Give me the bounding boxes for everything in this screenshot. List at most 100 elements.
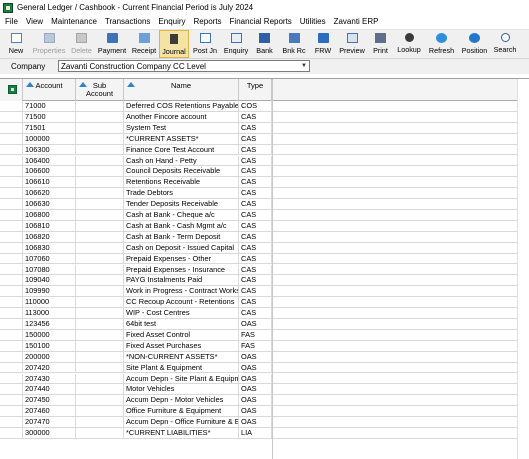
sub-account-cell[interactable] xyxy=(76,177,124,189)
name-cell[interactable]: Work in Progress - Contract Works xyxy=(124,286,239,298)
refresh-button[interactable]: Refresh xyxy=(425,30,458,58)
name-cell[interactable]: Site Plant & Equipment xyxy=(124,362,239,374)
sub-account-cell[interactable] xyxy=(76,122,124,134)
sub-account-cell[interactable] xyxy=(76,351,124,363)
account-cell[interactable]: 150000 xyxy=(23,329,76,341)
sub-account-cell[interactable] xyxy=(76,395,124,407)
account-cell[interactable]: 113000 xyxy=(23,308,76,319)
table-row[interactable]: 109990 Work in Progress - Contract Works C… xyxy=(0,286,529,298)
name-cell[interactable]: Accum Depn - Motor Vehicles xyxy=(124,395,239,407)
account-cell[interactable]: 100000 xyxy=(23,133,76,145)
account-cell[interactable]: 109990 xyxy=(23,286,76,298)
search-button[interactable]: Search xyxy=(491,30,519,58)
sub-account-cell[interactable] xyxy=(76,264,124,276)
name-cell[interactable]: Deferred COS Retentions Payable xyxy=(124,101,239,112)
account-cell[interactable]: 106830 xyxy=(23,242,76,254)
account-cell[interactable]: 207420 xyxy=(23,362,76,374)
type-cell[interactable]: FAS xyxy=(239,340,272,352)
column-header-sub-account[interactable]: Sub Account xyxy=(76,79,124,101)
sub-account-cell[interactable] xyxy=(76,199,124,210)
account-cell[interactable]: 106800 xyxy=(23,210,76,221)
account-cell[interactable]: 207450 xyxy=(23,395,76,407)
sub-account-cell[interactable] xyxy=(76,101,124,112)
type-cell[interactable]: CAS xyxy=(239,122,272,134)
table-row[interactable]: 207420 Site Plant & Equipment OAS xyxy=(0,362,529,374)
type-cell[interactable]: COS xyxy=(239,101,272,112)
preview-button[interactable]: Preview xyxy=(336,30,368,58)
account-cell[interactable]: 71000 xyxy=(23,101,76,112)
properties-button[interactable]: Properties xyxy=(30,30,68,58)
sub-account-cell[interactable] xyxy=(76,231,124,243)
type-cell[interactable]: CAS xyxy=(239,155,272,167)
type-cell[interactable]: CAS xyxy=(239,133,272,145)
menu-item-financial-reports[interactable]: Financial Reports xyxy=(226,15,296,29)
column-header-account[interactable]: Account xyxy=(23,79,76,101)
type-cell[interactable]: CAS xyxy=(239,144,272,156)
name-cell[interactable]: WIP - Cost Centres xyxy=(124,308,239,319)
journal-button[interactable]: Journal xyxy=(159,30,189,58)
account-cell[interactable]: 106820 xyxy=(23,231,76,243)
account-cell[interactable]: 106630 xyxy=(23,199,76,210)
menu-item-view[interactable]: View xyxy=(22,15,47,29)
account-cell[interactable]: 300000 xyxy=(23,428,76,439)
menu-item-transactions[interactable]: Transactions xyxy=(101,15,155,29)
type-cell[interactable]: CAS xyxy=(239,253,272,265)
type-cell[interactable]: OAS xyxy=(239,395,272,407)
type-cell[interactable]: OAS xyxy=(239,406,272,418)
table-row[interactable]: 207440 Motor Vehicles OAS xyxy=(0,384,529,396)
column-header-name[interactable]: Name xyxy=(124,79,239,101)
type-cell[interactable]: CAS xyxy=(239,111,272,123)
post-jn-button[interactable]: Post Jn xyxy=(189,30,221,58)
table-row[interactable]: 106810 Cash at Bank - Cash Mgmt a/c CAS xyxy=(0,220,529,232)
table-row[interactable]: 110000 CC Recoup Account - Retentions CAS xyxy=(0,297,529,309)
sub-account-cell[interactable] xyxy=(76,428,124,439)
name-cell[interactable]: Prepaid Expenses - Insurance xyxy=(124,264,239,276)
name-cell[interactable]: Motor Vehicles xyxy=(124,384,239,396)
name-cell[interactable]: Accum Depn - Site Plant & Equipmen xyxy=(124,373,239,385)
frw-button[interactable]: FRW xyxy=(310,30,336,58)
name-cell[interactable]: Council Deposits Receivable xyxy=(124,166,239,178)
menu-item-maintenance[interactable]: Maintenance xyxy=(47,15,101,29)
menu-item-reports[interactable]: Reports xyxy=(190,15,226,29)
type-cell[interactable]: OAS xyxy=(239,384,272,396)
menu-item-utilities[interactable]: Utilities xyxy=(296,15,330,29)
table-row[interactable]: 106800 Cash at Bank - Cheque a/c CAS xyxy=(0,210,529,221)
account-cell[interactable]: 106400 xyxy=(23,155,76,167)
name-cell[interactable]: Retentions Receivable xyxy=(124,177,239,189)
sub-account-cell[interactable] xyxy=(76,253,124,265)
payment-button[interactable]: Payment xyxy=(95,30,129,58)
table-row[interactable]: 150000 Fixed Asset Control FAS xyxy=(0,329,529,341)
sub-account-cell[interactable] xyxy=(76,144,124,156)
table-row[interactable]: 207460 Office Furniture & Equipment OAS xyxy=(0,406,529,418)
account-cell[interactable]: 107080 xyxy=(23,264,76,276)
table-row[interactable]: 71501 System Test CAS xyxy=(0,122,529,134)
sub-account-cell[interactable] xyxy=(76,286,124,298)
sub-account-cell[interactable] xyxy=(76,406,124,418)
account-cell[interactable]: 71501 xyxy=(23,122,76,134)
name-cell[interactable]: System Test xyxy=(124,122,239,134)
bnk-rc-button[interactable]: Bnk Rc xyxy=(278,30,310,58)
sub-account-cell[interactable] xyxy=(76,210,124,221)
sub-account-cell[interactable] xyxy=(76,275,124,287)
menu-item-enquiry[interactable]: Enquiry xyxy=(154,15,189,29)
type-cell[interactable]: CAS xyxy=(239,242,272,254)
table-row[interactable]: 106820 Cash at Bank - Term Deposit CAS xyxy=(0,231,529,243)
sub-account-cell[interactable] xyxy=(76,220,124,232)
sub-account-cell[interactable] xyxy=(76,362,124,374)
receipt-button[interactable]: Receipt xyxy=(129,30,159,58)
table-row[interactable]: 113000 WIP - Cost Centres CAS xyxy=(0,308,529,319)
name-cell[interactable]: Cash at Bank - Cash Mgmt a/c xyxy=(124,220,239,232)
company-select[interactable]: Zavanti Construction Company CC Level ▼ xyxy=(58,60,310,72)
column-header-type[interactable]: Type xyxy=(239,79,272,101)
table-row[interactable]: 207450 Accum Depn - Motor Vehicles OAS xyxy=(0,395,529,407)
type-cell[interactable]: OAS xyxy=(239,417,272,428)
excel-export-icon[interactable] xyxy=(8,85,17,94)
menu-item-zavanti-erp[interactable]: Zavanti ERP xyxy=(330,15,383,29)
delete-button[interactable]: Delete xyxy=(68,30,95,58)
account-cell[interactable]: 109040 xyxy=(23,275,76,287)
account-cell[interactable]: 106620 xyxy=(23,188,76,200)
type-cell[interactable]: CAS xyxy=(239,210,272,221)
chevron-down-icon[interactable]: ▼ xyxy=(299,61,309,71)
table-row[interactable]: 71500 Another Fincore account CAS xyxy=(0,111,529,123)
type-cell[interactable]: CAS xyxy=(239,264,272,276)
